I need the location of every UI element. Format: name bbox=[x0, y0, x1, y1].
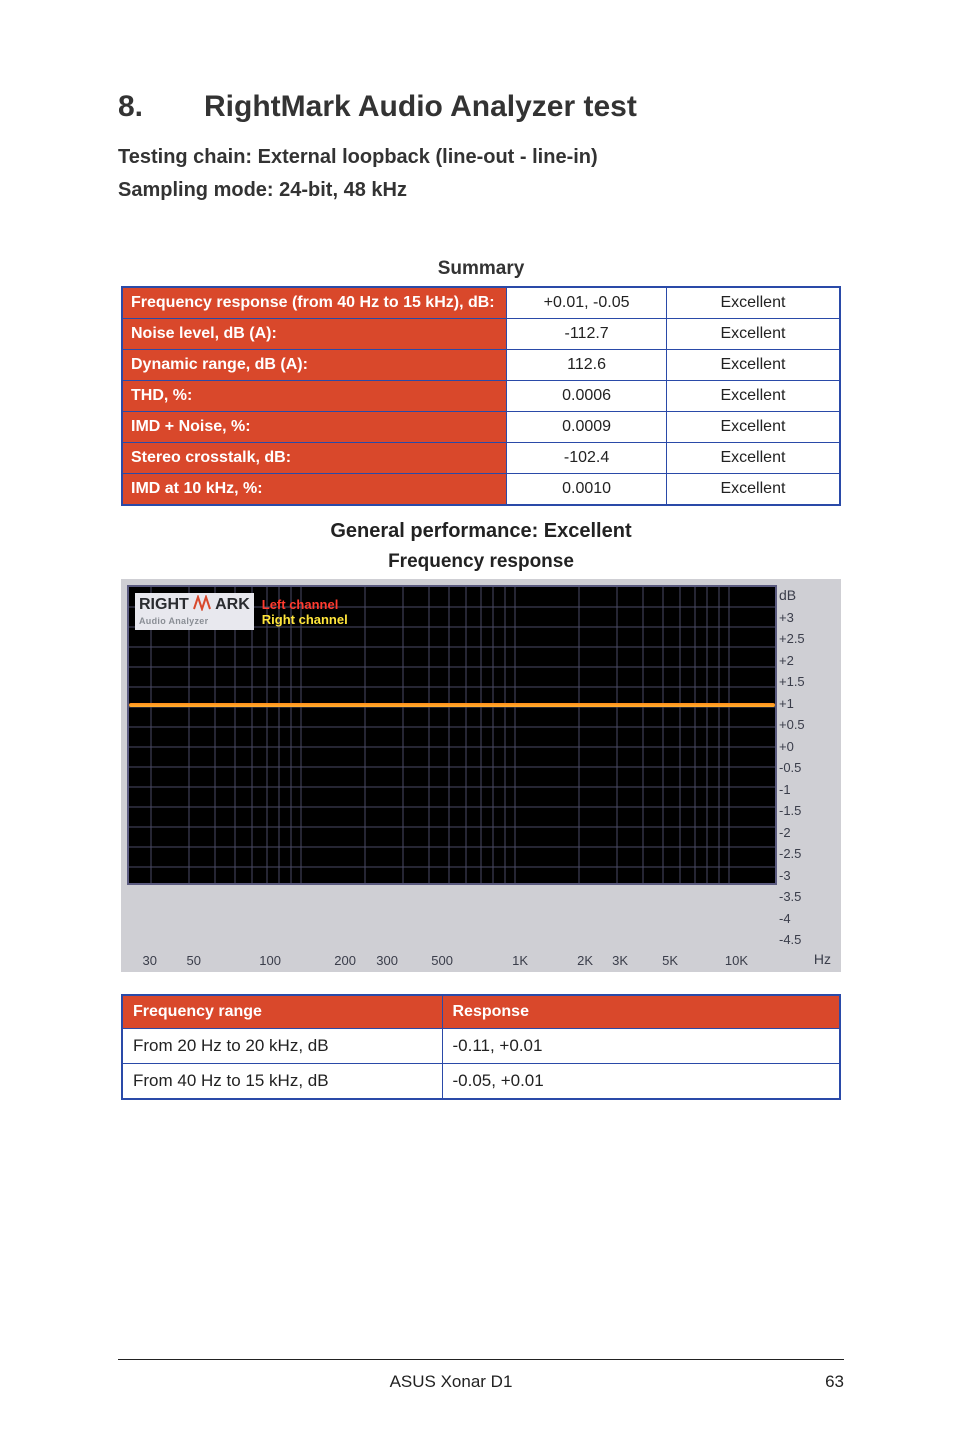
response-cell: -0.05, +0.01 bbox=[442, 1063, 840, 1099]
table-row: THD, %:0.0006Excellent bbox=[122, 381, 840, 412]
table-row: IMD at 10 kHz, %:0.0010Excellent bbox=[122, 474, 840, 506]
table-row: Noise level, dB (A):-112.7Excellent bbox=[122, 319, 840, 350]
y-tick: -3 bbox=[779, 865, 817, 887]
logo-right: ARK bbox=[215, 596, 250, 613]
summary-label: IMD at 10 kHz, %: bbox=[122, 474, 507, 506]
y-tick: -4.5 bbox=[779, 929, 817, 951]
section-title: RightMark Audio Analyzer test bbox=[204, 90, 637, 123]
summary-value: -112.7 bbox=[507, 319, 667, 350]
y-tick: +2.5 bbox=[779, 628, 817, 650]
footer-page: 63 bbox=[784, 1372, 844, 1392]
summary-value: +0.01, -0.05 bbox=[507, 287, 667, 319]
freq-range-table: Frequency range Response From 20 Hz to 2… bbox=[121, 994, 841, 1100]
summary-value: 112.6 bbox=[507, 350, 667, 381]
summary-caption: Summary bbox=[118, 258, 844, 280]
x-axis: 30 50 100 200 300 500 1K 2K 3K 5K 10K bbox=[127, 951, 777, 968]
x-tick: 500 bbox=[398, 953, 453, 968]
table-row: IMD + Noise, %:0.0009Excellent bbox=[122, 412, 840, 443]
section-heading: 8.RightMark Audio Analyzer test bbox=[118, 90, 844, 124]
y-tick: -3.5 bbox=[779, 886, 817, 908]
response-curve bbox=[129, 703, 775, 707]
y-tick: +2 bbox=[779, 650, 817, 672]
x-tick: 30 bbox=[127, 953, 157, 968]
y-tick: -2 bbox=[779, 822, 817, 844]
testing-chain-line: Testing chain: External loopback (line-o… bbox=[118, 146, 844, 169]
summary-label: Dynamic range, dB (A): bbox=[122, 350, 507, 381]
x-tick: 300 bbox=[356, 953, 398, 968]
summary-rating: Excellent bbox=[666, 350, 840, 381]
rightmark-logo: RIGHT ARK Audio Analyzer bbox=[135, 593, 254, 630]
chart-legend: RIGHT ARK Audio Analyzer Left channel Ri… bbox=[135, 593, 348, 630]
x-tick: 10K bbox=[678, 953, 748, 968]
y-tick: +0 bbox=[779, 736, 817, 758]
footer-divider bbox=[118, 1359, 844, 1360]
summary-label: Noise level, dB (A): bbox=[122, 319, 507, 350]
table-row: From 40 Hz to 15 kHz, dB-0.05, +0.01 bbox=[122, 1063, 840, 1099]
x-tick: 5K bbox=[628, 953, 678, 968]
y-tick: -4 bbox=[779, 908, 817, 930]
table-row: Dynamic range, dB (A):112.6Excellent bbox=[122, 350, 840, 381]
summary-value: -102.4 bbox=[507, 443, 667, 474]
y-tick: -0.5 bbox=[779, 757, 817, 779]
x-tick: 200 bbox=[281, 953, 356, 968]
plot-area: RIGHT ARK Audio Analyzer Left channel Ri… bbox=[127, 585, 777, 885]
freq-range-cell: From 40 Hz to 15 kHz, dB bbox=[122, 1063, 442, 1099]
table-row: Frequency response (from 40 Hz to 15 kHz… bbox=[122, 287, 840, 319]
general-performance: General performance: Excellent bbox=[118, 520, 844, 543]
page-footer: ASUS Xonar D1 63 bbox=[118, 1372, 844, 1392]
summary-rating: Excellent bbox=[666, 381, 840, 412]
section-number: 8. bbox=[118, 90, 204, 124]
summary-value: 0.0009 bbox=[507, 412, 667, 443]
y-tick: +3 bbox=[779, 607, 817, 629]
y-tick: +1.5 bbox=[779, 671, 817, 693]
summary-value: 0.0006 bbox=[507, 381, 667, 412]
logo-left: RIGHT bbox=[139, 596, 189, 613]
logo-sub: Audio Analyzer bbox=[139, 613, 250, 630]
legend-left-channel: Left channel bbox=[262, 597, 348, 612]
y-unit: dB bbox=[779, 585, 817, 607]
y-axis: dB +3 +2.5 +2 +1.5 +1 +0.5 +0 -0.5 -1 -1… bbox=[777, 585, 817, 951]
sampling-mode-line: Sampling mode: 24-bit, 48 kHz bbox=[118, 179, 844, 202]
y-tick: -1 bbox=[779, 779, 817, 801]
summary-rating: Excellent bbox=[666, 412, 840, 443]
footer-product: ASUS Xonar D1 bbox=[118, 1372, 784, 1392]
table-row: From 20 Hz to 20 kHz, dB-0.11, +0.01 bbox=[122, 1028, 840, 1063]
summary-label: Stereo crosstalk, dB: bbox=[122, 443, 507, 474]
x-tick: 3K bbox=[593, 953, 628, 968]
summary-rating: Excellent bbox=[666, 287, 840, 319]
freq-response-title: Frequency response bbox=[118, 551, 844, 573]
waveform-icon bbox=[193, 595, 211, 611]
freq-response-chart: RIGHT ARK Audio Analyzer Left channel Ri… bbox=[121, 579, 841, 972]
y-tick: +0.5 bbox=[779, 714, 817, 736]
freq-range-cell: From 20 Hz to 20 kHz, dB bbox=[122, 1028, 442, 1063]
gridlines-icon bbox=[129, 587, 777, 885]
y-tick: +1 bbox=[779, 693, 817, 715]
legend-right-channel: Right channel bbox=[262, 612, 348, 627]
x-tick: 1K bbox=[453, 953, 528, 968]
response-cell: -0.11, +0.01 bbox=[442, 1028, 840, 1063]
y-tick: -2.5 bbox=[779, 843, 817, 865]
summary-table: Frequency response (from 40 Hz to 15 kHz… bbox=[121, 286, 841, 506]
summary-label: Frequency response (from 40 Hz to 15 kHz… bbox=[122, 287, 507, 319]
summary-label: THD, %: bbox=[122, 381, 507, 412]
summary-rating: Excellent bbox=[666, 319, 840, 350]
response-head: Response bbox=[442, 995, 840, 1029]
freq-range-head: Frequency range bbox=[122, 995, 442, 1029]
summary-rating: Excellent bbox=[666, 474, 840, 506]
table-row: Stereo crosstalk, dB:-102.4Excellent bbox=[122, 443, 840, 474]
x-unit: Hz bbox=[777, 951, 835, 968]
summary-label: IMD + Noise, %: bbox=[122, 412, 507, 443]
x-tick: 2K bbox=[528, 953, 593, 968]
x-tick: 50 bbox=[157, 953, 201, 968]
x-tick: 100 bbox=[201, 953, 281, 968]
summary-rating: Excellent bbox=[666, 443, 840, 474]
summary-value: 0.0010 bbox=[507, 474, 667, 506]
y-tick: -1.5 bbox=[779, 800, 817, 822]
